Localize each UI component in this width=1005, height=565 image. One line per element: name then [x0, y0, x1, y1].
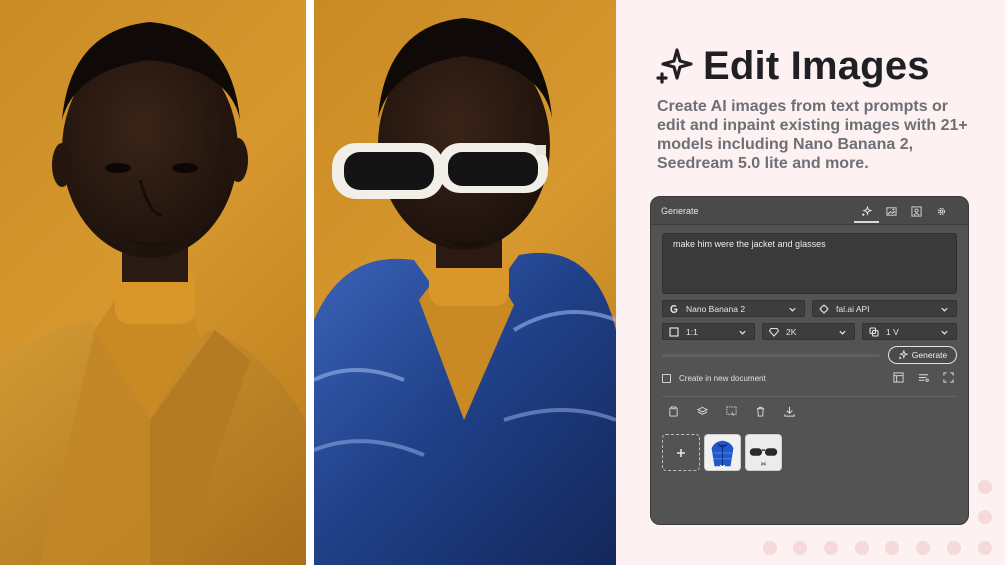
before-portrait-illustration [0, 22, 306, 565]
list-filter-icon[interactable] [918, 372, 929, 383]
sparkle-icon [898, 350, 908, 360]
chevron-down-icon [941, 330, 948, 335]
model-select[interactable]: Nano Banana 2 [662, 300, 805, 317]
plus-icon [677, 448, 685, 457]
chevron-down-icon [941, 307, 948, 312]
generate-panel: Generate make him were the jacket and gl… [650, 196, 969, 525]
provider-label: fal.ai API [836, 303, 870, 314]
jacket-thumbnail-image [705, 435, 740, 470]
page-title: Edit Images [703, 43, 930, 88]
create-new-document-row: Create in new document [662, 374, 766, 383]
glasses-thumbnail-image [746, 435, 781, 470]
trash-icon[interactable] [755, 406, 766, 417]
provider-select[interactable]: fal.ai API [812, 300, 957, 317]
generate-button-label: Generate [911, 350, 948, 360]
place-image-icon[interactable] [726, 406, 737, 417]
tab-image-edit[interactable] [879, 197, 904, 225]
panel-title: Generate [661, 205, 699, 216]
person-frame-icon [911, 205, 922, 217]
chevron-down-icon [839, 330, 846, 335]
tab-generate[interactable] [854, 197, 879, 225]
divider [662, 396, 957, 397]
after-photo [314, 0, 616, 565]
variations-label: 1 V [886, 326, 899, 337]
after-portrait-illustration [314, 18, 616, 565]
aspect-ratio-select[interactable]: 1:1 [662, 323, 755, 340]
google-g-icon [669, 304, 679, 314]
tab-settings[interactable] [929, 197, 954, 225]
reference-thumbnail-glasses[interactable] [745, 434, 782, 471]
panel-tabs [854, 197, 954, 225]
view-options [893, 372, 954, 383]
provider-icon [819, 304, 829, 314]
sparkle-icon [656, 48, 693, 84]
chevron-down-icon [789, 307, 796, 312]
image-edit-icon [886, 206, 897, 216]
before-photo [0, 0, 306, 565]
image-toolbar [668, 406, 795, 417]
clipboard-icon[interactable] [668, 406, 679, 417]
generate-button[interactable]: Generate [888, 346, 957, 364]
gear-icon [937, 207, 946, 215]
resolution-label: 2K [786, 326, 797, 337]
aspect-ratio-label: 1:1 [686, 326, 698, 337]
add-reference-button[interactable] [662, 434, 700, 471]
model-label: Nano Banana 2 [686, 303, 746, 314]
reference-images [662, 434, 782, 471]
hero-description: Create AI images from text prompts or ed… [657, 98, 968, 172]
fullscreen-icon[interactable] [943, 372, 954, 383]
create-new-document-checkbox[interactable] [662, 374, 671, 383]
variations-select[interactable]: 1 V [862, 323, 957, 340]
prompt-textarea[interactable]: make him were the jacket and glasses [662, 233, 957, 294]
download-icon[interactable] [784, 406, 795, 417]
layers-icon[interactable] [697, 406, 708, 417]
reference-thumbnail-jacket[interactable] [704, 434, 741, 471]
create-new-document-label: Create in new document [679, 374, 766, 383]
photo-divider [306, 0, 314, 565]
diamond-icon [769, 327, 779, 337]
chevron-down-icon [739, 330, 746, 335]
square-icon [669, 326, 679, 337]
layout-icon[interactable] [893, 372, 904, 383]
tab-person-frame[interactable] [904, 197, 929, 225]
copies-icon [869, 326, 879, 337]
resolution-select[interactable]: 2K [762, 323, 855, 340]
progress-bar [662, 354, 880, 357]
hero-title: Edit Images [655, 42, 930, 90]
panel-header: Generate [651, 197, 968, 225]
sparkle-icon [861, 205, 872, 216]
